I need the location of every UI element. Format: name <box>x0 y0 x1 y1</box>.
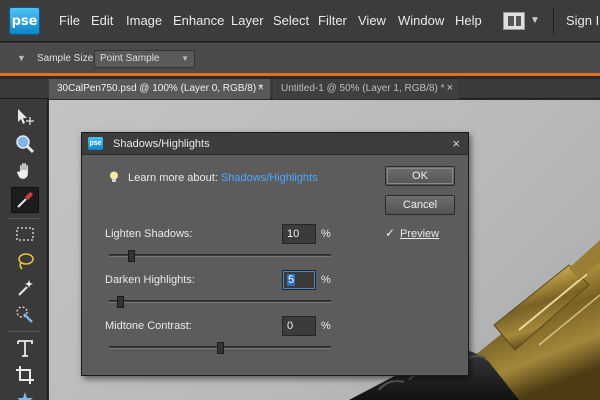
menu-help[interactable]: Help <box>455 13 482 28</box>
toolbox-divider <box>8 331 40 332</box>
marquee-tool-icon[interactable] <box>11 221 39 247</box>
menu-divider <box>553 8 554 34</box>
toolbox-divider <box>8 218 40 219</box>
toolbox <box>0 79 48 400</box>
dialog-title: Shadows/Highlights <box>113 138 210 150</box>
eyedropper-tool-icon[interactable] <box>11 187 39 213</box>
cookie-cutter-tool-icon[interactable] <box>11 387 39 400</box>
menu-filter[interactable]: Filter <box>318 13 347 28</box>
menu-window[interactable]: Window <box>398 13 444 28</box>
close-tab-icon[interactable]: × <box>258 82 264 94</box>
document-tab-inactive[interactable]: Untitled-1 @ 50% (Layer 1, RGB/8) * × <box>273 79 459 99</box>
magic-wand-tool-icon[interactable] <box>11 275 39 301</box>
menu-select[interactable]: Select <box>273 13 309 28</box>
close-tab-icon[interactable]: × <box>447 82 453 94</box>
percent-unit: % <box>321 320 331 332</box>
preview-label-text: Preview <box>400 228 440 240</box>
app-logo: pse <box>9 7 40 35</box>
shadows-highlights-dialog: pse Shadows/Highlights × Learn more abou… <box>81 132 469 376</box>
midtone-contrast-value: 0 <box>287 320 294 332</box>
workspace-dropdown-icon[interactable]: ▼ <box>530 15 540 26</box>
lighten-shadows-value: 10 <box>287 228 300 240</box>
menu-layer[interactable]: Layer <box>231 13 264 28</box>
hand-tool-icon[interactable] <box>11 158 39 184</box>
crop-tool-icon[interactable] <box>11 362 39 388</box>
sample-size-select[interactable]: Point Sample ▼ <box>94 50 195 68</box>
preview-label: Preview <box>400 228 439 240</box>
darken-highlights-slider-track[interactable] <box>109 300 331 303</box>
sample-size-value: Point Sample <box>100 53 160 64</box>
quick-selection-tool-icon[interactable] <box>11 302 39 328</box>
darken-highlights-value: 5 <box>287 274 296 286</box>
lighten-shadows-label: Lighten Shadows: <box>105 228 193 240</box>
menu-view[interactable]: View <box>358 13 386 28</box>
midtone-contrast-input[interactable]: 0 <box>282 316 316 336</box>
midtone-contrast-label: Midtone Contrast: <box>105 320 192 332</box>
ok-button[interactable]: OK <box>385 166 455 186</box>
lightbulb-icon <box>110 171 118 182</box>
dialog-title-bar[interactable]: pse Shadows/Highlights × <box>82 133 468 155</box>
zoom-tool-icon[interactable] <box>11 131 39 157</box>
midtone-contrast-slider-thumb[interactable] <box>217 342 224 354</box>
menu-edit[interactable]: Edit <box>91 13 113 28</box>
darken-highlights-slider-thumb[interactable] <box>117 296 125 308</box>
chevron-down-icon: ▼ <box>181 54 189 63</box>
menu-enhance[interactable]: Enhance <box>173 13 224 28</box>
type-tool-icon[interactable] <box>11 335 39 361</box>
document-tab-bar: 30CalPen750.psd @ 100% (Layer 0, RGB/8) … <box>0 79 600 99</box>
sample-size-label: Sample Size: <box>37 53 96 64</box>
menu-bar: pse File Edit Image Enhance Layer Select… <box>0 0 600 42</box>
cancel-button[interactable]: Cancel <box>385 195 455 215</box>
sign-in-link[interactable]: Sign In <box>566 13 600 28</box>
tool-preset-dropdown-icon[interactable]: ▼ <box>17 53 26 63</box>
lasso-tool-icon[interactable] <box>11 248 39 274</box>
document-tab-label: Untitled-1 @ 50% (Layer 1, RGB/8) * <box>281 83 445 94</box>
document-tab-active[interactable]: 30CalPen750.psd @ 100% (Layer 0, RGB/8) … <box>49 79 270 99</box>
move-tool-icon[interactable] <box>11 104 39 130</box>
app-logo-icon: pse <box>88 137 103 150</box>
darken-highlights-label: Darken Highlights: <box>105 274 195 286</box>
learn-more-text: Learn more about: Shadows/Highlights <box>128 172 318 184</box>
lighten-shadows-slider-thumb[interactable] <box>128 250 136 262</box>
lighten-shadows-input[interactable]: 10 <box>282 224 316 244</box>
menu-image[interactable]: Image <box>126 13 162 28</box>
darken-highlights-input[interactable]: 5 <box>282 270 316 290</box>
menu-file[interactable]: File <box>59 13 80 28</box>
workspace-layout-icon[interactable] <box>503 12 525 30</box>
lighten-shadows-slider-track[interactable] <box>109 254 331 257</box>
close-icon[interactable]: × <box>452 136 460 151</box>
tool-options-bar: ▼ Sample Size: Point Sample ▼ <box>0 43 600 76</box>
learn-more-link[interactable]: Shadows/Highlights <box>221 172 318 184</box>
preview-checkbox[interactable]: ✓ <box>385 227 397 239</box>
percent-unit: % <box>321 274 331 286</box>
learn-more-prefix: Learn more about: <box>128 172 218 184</box>
document-tab-label: 30CalPen750.psd @ 100% (Layer 0, RGB/8) … <box>57 83 263 94</box>
percent-unit: % <box>321 228 331 240</box>
